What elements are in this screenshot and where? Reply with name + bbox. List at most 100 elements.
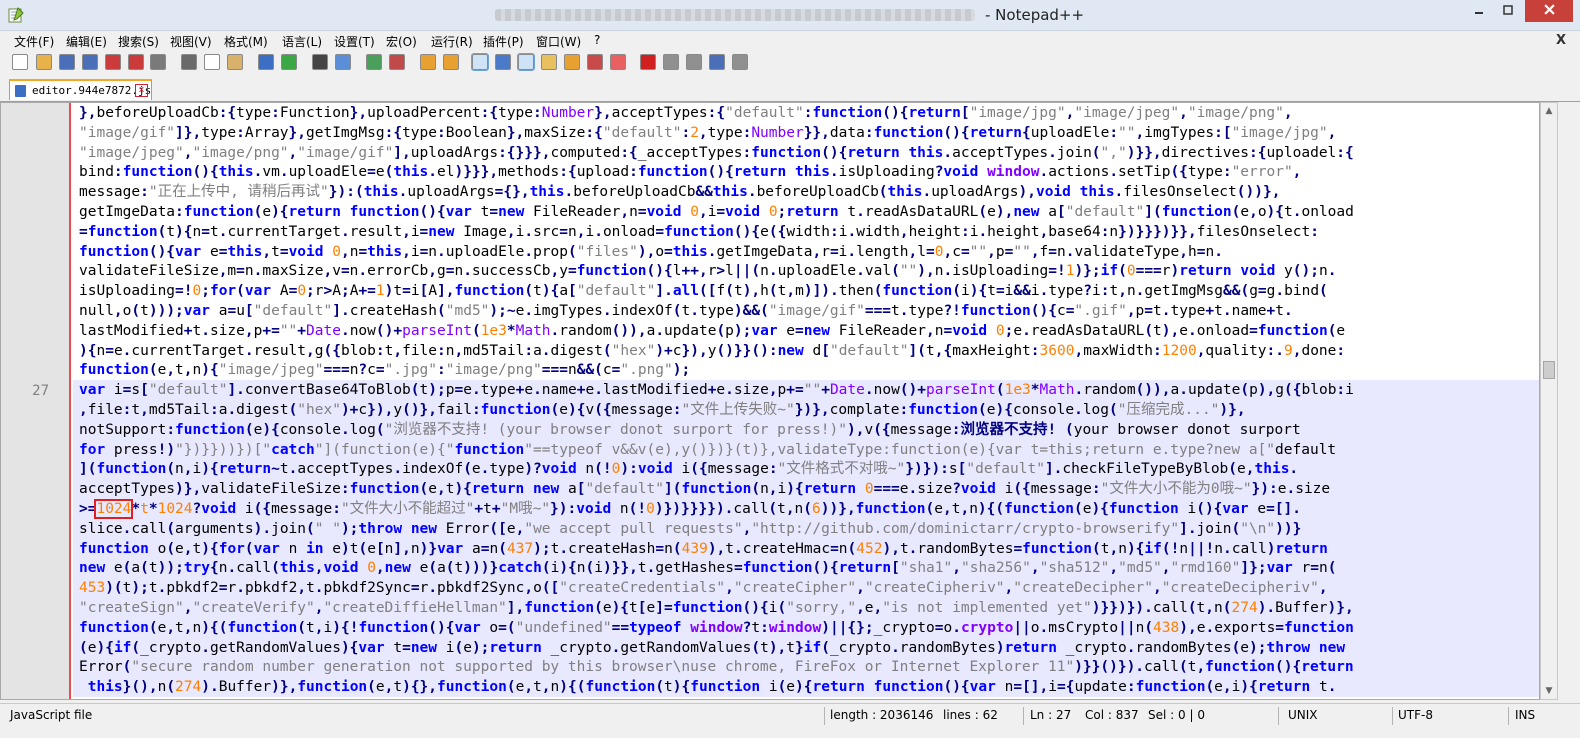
status-encoding: UTF-8 (1398, 708, 1433, 722)
replace-icon[interactable] (335, 54, 351, 70)
status-insert-mode: INS (1515, 708, 1536, 722)
code-line[interactable]: acceptTypes)},validateFileSize:function(… (73, 479, 1539, 500)
record-macro-icon[interactable] (640, 54, 656, 70)
word-wrap-icon[interactable] (471, 53, 489, 71)
code-line[interactable]: message:"正在上传中, 请稍后再试"}):(this.uploadArg… (73, 182, 1539, 202)
redo-icon[interactable] (281, 54, 297, 70)
zoom-in-icon[interactable] (366, 54, 382, 70)
sync-vertical-icon[interactable] (420, 54, 436, 70)
title-bar: - Notepad++ (0, 0, 1580, 31)
code-line[interactable]: for press!)"})}}))})["catch"](function(e… (73, 439, 1539, 460)
copy-icon[interactable] (204, 54, 220, 70)
vertical-scrollbar[interactable]: ▲ ▼ (1540, 102, 1558, 700)
status-separator (1023, 707, 1024, 725)
code-line[interactable]: this}(),n(274).Buffer)},function(e,t){},… (73, 677, 1539, 698)
saved-file-icon (15, 85, 26, 97)
code-line[interactable]: ](function(n,i){return~t.acceptTypes.ind… (73, 459, 1539, 480)
tab-editor-file[interactable]: editor.944e7872.js x (9, 79, 152, 100)
blurred-file-path (495, 9, 975, 21)
status-separator (1392, 707, 1393, 725)
menu-search[interactable]: 搜索(S) (118, 33, 159, 50)
status-length: length : 2036146 (830, 708, 934, 722)
user-language-icon[interactable] (541, 54, 557, 70)
code-line[interactable]: isUploading=!0;for(var A=0;r>A;A+=1)t=i[… (73, 281, 1539, 301)
menu-file[interactable]: 文件(F) (14, 33, 54, 50)
save-icon[interactable] (59, 54, 75, 70)
code-line[interactable]: function(e,t,n){"image/jpeg"===n?c=".jpg… (73, 360, 1539, 380)
cut-icon[interactable] (181, 54, 197, 70)
document-map-icon[interactable] (564, 54, 580, 70)
code-line[interactable]: ,file:t,md5Tail:a.digest("hex")+c}),y()}… (73, 400, 1539, 420)
code-line[interactable]: ){n=e.currentTarget.result,g({blob:t,fil… (73, 341, 1539, 361)
run-macro-multiple-icon[interactable] (709, 54, 725, 70)
close-icon[interactable] (105, 54, 121, 70)
code-line[interactable]: function(e,t,n){(function(t,i){!function… (73, 617, 1539, 638)
code-line[interactable]: function o(e,t){for(var n in e)t(e[n],n)… (73, 538, 1539, 559)
save-macro-icon[interactable] (732, 54, 748, 70)
menu-plugins[interactable]: 插件(P) (483, 33, 524, 50)
code-line[interactable]: "image/jpeg","image/png","image/gif"],up… (73, 143, 1539, 163)
line-number-gutter: 27 (1, 103, 71, 699)
new-file-icon[interactable] (12, 54, 28, 70)
menu-settings[interactable]: 设置(T) (334, 33, 375, 50)
indent-guide-icon[interactable] (517, 53, 535, 71)
code-editor[interactable]: 27 },beforeUploadCb:{type:Function},uplo… (0, 102, 1540, 700)
show-all-chars-icon[interactable] (495, 54, 511, 70)
code-line[interactable]: notSupport:function(e){console.log("浏览器不… (73, 419, 1539, 440)
code-line[interactable]: bind:function(){this.vm.uploadEle=e(this… (73, 162, 1539, 182)
zoom-out-icon[interactable] (389, 54, 405, 70)
code-line[interactable]: >=1024*t*1024?void i({message:"文件大小不能超过"… (73, 499, 1539, 519)
code-line[interactable]: =function(t){n=t.currentTarget.result,i=… (73, 222, 1539, 242)
close-all-icon[interactable] (128, 54, 144, 70)
stop-record-icon[interactable] (663, 54, 679, 70)
menu-edit[interactable]: 编辑(E) (66, 33, 107, 50)
close-icon (1543, 4, 1555, 15)
code-line[interactable]: validateFileSize,m=n.maxSize,v=n.errorCb… (73, 261, 1539, 281)
code-line[interactable]: "createSign","createVerify","createDiffi… (73, 598, 1539, 618)
save-all-icon[interactable] (82, 54, 98, 70)
find-icon[interactable] (312, 54, 328, 70)
scrollbar-thumb[interactable] (1543, 361, 1555, 379)
code-line[interactable]: null,o(t)));var a=u["default"].createHas… (73, 301, 1539, 321)
code-line[interactable]: 453)(t);t.pbkdf2=r.pbkdf2,t.pbkdf2Sync=r… (73, 578, 1539, 599)
code-line[interactable]: "image/gif"]},type:Array},getImgMsg:{typ… (73, 123, 1539, 143)
status-sel: Sel : 0 | 0 (1148, 708, 1205, 722)
play-macro-icon[interactable] (686, 54, 702, 70)
code-line[interactable]: new e(a(t));try{n.call(this,void 0,new e… (73, 558, 1539, 579)
status-separator (1508, 707, 1509, 725)
scroll-down-arrow-icon[interactable]: ▼ (1544, 686, 1554, 696)
close-document-x[interactable]: X (1556, 33, 1566, 48)
status-eol: UNIX (1288, 708, 1318, 722)
menu-language[interactable]: 语言(L) (282, 33, 322, 50)
notepad-plus-plus-app-icon[interactable] (8, 7, 24, 23)
code-line[interactable]: Error("secure random number generation n… (73, 657, 1539, 678)
maximize-button[interactable] (1494, 0, 1522, 22)
menu-window[interactable]: 窗口(W) (536, 33, 581, 50)
code-line[interactable]: },beforeUploadCb:{type:Function},uploadP… (73, 103, 1539, 123)
folder-as-workspace-icon[interactable] (610, 54, 626, 70)
code-line[interactable]: var i=s["default"].convertBase64ToBlob(t… (73, 380, 1539, 401)
function-list-icon[interactable] (587, 54, 603, 70)
window-title: - Notepad++ (985, 6, 1085, 24)
scroll-up-arrow-icon[interactable]: ▲ (1544, 106, 1554, 116)
sync-horizontal-icon[interactable] (443, 54, 459, 70)
code-line[interactable]: getImgeData:function(e){return function(… (73, 202, 1539, 222)
paste-icon[interactable] (227, 54, 243, 70)
code-area[interactable]: },beforeUploadCb:{type:Function},uploadP… (73, 103, 1539, 699)
menu-help[interactable]: ? (594, 33, 600, 47)
print-icon[interactable] (150, 54, 166, 70)
code-line[interactable]: function(){var e=this,t=void 0,n=this,i=… (73, 242, 1539, 262)
tab-close-icon[interactable]: x (135, 84, 148, 97)
toolbar (0, 51, 1580, 75)
open-file-icon[interactable] (36, 54, 52, 70)
code-line[interactable]: slice.call(arguments).join(" ");throw ne… (73, 518, 1539, 539)
menu-view[interactable]: 视图(V) (170, 33, 212, 50)
code-line[interactable]: lastModified+t.size,p+=""+Date.now()+par… (73, 321, 1539, 341)
menu-macro[interactable]: 宏(O) (386, 33, 417, 50)
menu-format[interactable]: 格式(M) (224, 33, 268, 50)
minimize-button[interactable] (1465, 0, 1493, 22)
code-line[interactable]: (e){if(_crypto.getRandomValues){var t=ne… (73, 637, 1539, 658)
close-window-button[interactable] (1525, 0, 1573, 22)
undo-icon[interactable] (258, 54, 274, 70)
menu-run[interactable]: 运行(R) (431, 33, 473, 50)
